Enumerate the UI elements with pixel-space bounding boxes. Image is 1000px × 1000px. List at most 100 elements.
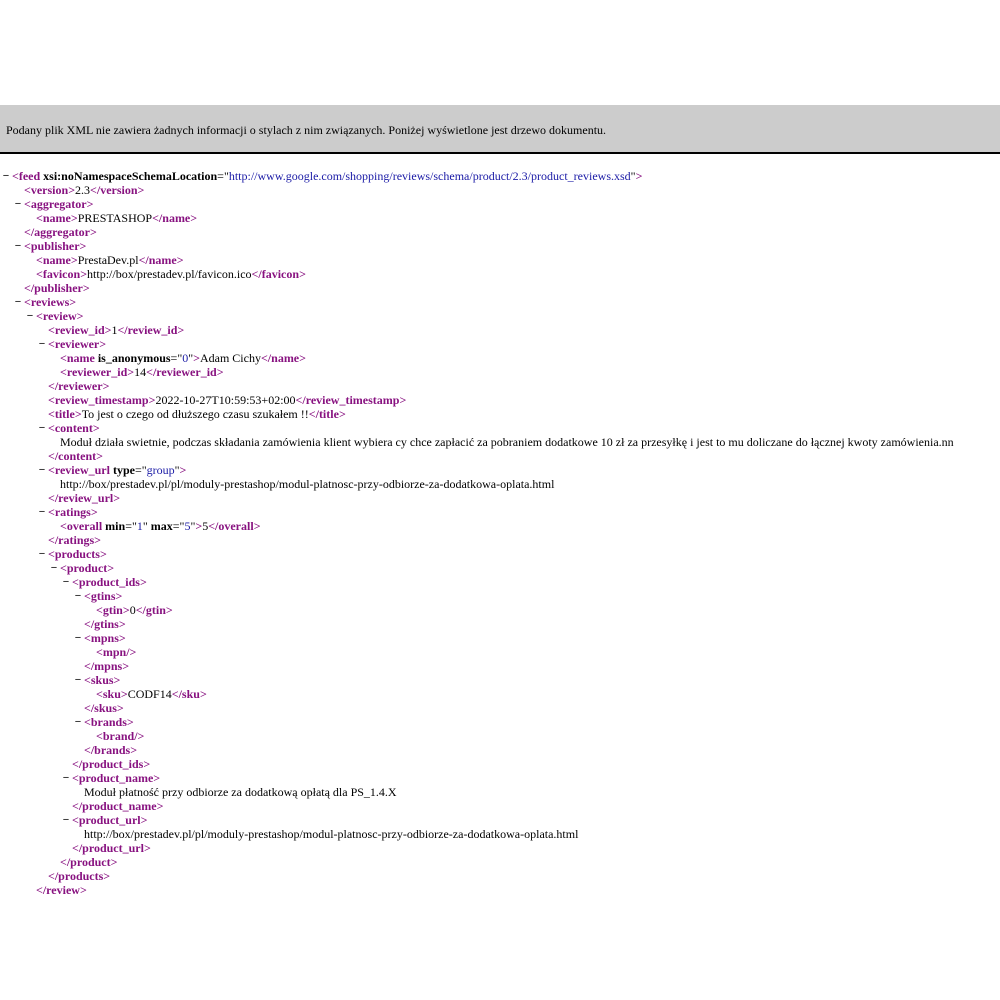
collapse-toggle-icon[interactable]: − [36,337,48,351]
tag-name: review_id [54,323,105,337]
tag-name: name [148,253,177,267]
text-node: Moduł płatność przy odbiorze za dodatkow… [84,785,397,799]
tag-bracket: > [70,211,78,225]
collapse-toggle-icon[interactable]: − [60,813,72,827]
xml-node-skus: <skus> [84,673,120,687]
collapse-toggle-icon[interactable]: − [12,239,24,253]
xml-line: − <feed xsi:noNamespaceSchemaLocation="ht… [0,169,1000,183]
xml-line: − <reviews> [0,295,1000,309]
tag-bracket: < [48,393,55,407]
tag-bracket: < [48,547,55,561]
tag-bracket: </ [60,855,71,869]
collapse-toggle-icon[interactable]: − [36,547,48,561]
tag-name: overall [66,519,103,533]
xml-node-aggregator: <aggregator> [24,197,93,211]
xml-line: <name>PRESTASHOP</name> [0,211,1000,225]
tag-bracket: > [253,519,261,533]
tag-bracket: < [60,519,67,533]
collapse-toggle-icon[interactable]: − [72,589,84,603]
xml-node-ratings: <ratings> [48,505,98,519]
tag-bracket: </ [171,687,182,701]
xml-line: Moduł płatność przy odbiorze za dodatkow… [0,785,1000,799]
tag-bracket: < [60,351,67,365]
tag-bracket: > [113,673,121,687]
xml-line: − <mpns> [0,631,1000,645]
tag-bracket: < [24,183,31,197]
tag-bracket: < [48,323,55,337]
tag-bracket: </ [84,701,95,715]
tag-bracket: > [68,183,76,197]
text-node: Adam Cichy [199,351,261,365]
tag-bracket: </ [117,323,128,337]
xml-node-publisher: </publisher> [24,281,90,295]
tag-bracket: </ [48,449,59,463]
collapse-toggle-icon[interactable]: − [72,631,84,645]
collapse-toggle-icon[interactable]: − [0,169,12,183]
collapse-toggle-icon[interactable]: − [36,505,48,519]
tag-name: product_name [78,771,154,785]
xml-node-product_url: <product_url> [72,813,147,827]
xml-node-review_id: <review_id>1</review_id> [48,323,184,337]
text-node: 14 [134,365,147,379]
text-node: CODF14 [127,687,172,701]
xml-node-gtins: <gtins> [84,589,122,603]
tag-name: product [66,561,108,575]
tag-bracket: </ [90,183,101,197]
collapse-toggle-icon[interactable]: − [24,309,36,323]
tag-bracket: </ [295,393,306,407]
xml-line: Moduł działa swietnie, podczas składania… [0,435,1000,449]
collapse-toggle-icon[interactable]: − [60,575,72,589]
collapse-toggle-icon[interactable]: − [12,295,24,309]
tag-bracket: > [177,323,185,337]
xml-line: </mpns> [0,659,1000,673]
tag-name: products [54,547,100,561]
tag-bracket: > [118,617,126,631]
xml-node-gtins: </gtins> [84,617,126,631]
xml-line: http://box/prestadev.pl/pl/moduly-presta… [0,827,1000,841]
tag-bracket: </ [260,351,272,365]
xml-node-aggregator: </aggregator> [24,225,97,239]
collapse-toggle-icon[interactable]: − [72,715,84,729]
tag-bracket: > [190,211,198,225]
tag-bracket: > [70,253,78,267]
tag-bracket: > [143,757,151,771]
xml-line: <review_timestamp>2022-10-27T10:59:53+02… [0,393,1000,407]
tag-name: aggregator [30,197,87,211]
tag-name: product_url [78,813,141,827]
xml-line: <review_id>1</review_id> [0,323,1000,337]
tag-bracket: </ [84,659,95,673]
xml-line: − <product_ids> [0,575,1000,589]
xml-line: </product> [0,855,1000,869]
tag-bracket: < [48,407,55,421]
tag-bracket: /> [126,645,137,659]
tag-bracket: > [635,169,643,183]
tag-bracket: > [122,659,130,673]
attribute-name: min [105,519,126,533]
text-node: http://box/prestadev.pl/pl/moduly-presta… [60,477,555,491]
tag-bracket: > [94,533,102,547]
xml-line: </review_url> [0,491,1000,505]
collapse-toggle-icon[interactable]: − [72,673,84,687]
tag-name: review_url [58,491,114,505]
xml-line: <name is_anonymous="0">Adam Cichy</name> [0,351,1000,365]
collapse-toggle-icon[interactable]: − [12,197,24,211]
xml-node-text: Moduł płatność przy odbiorze za dodatkow… [84,785,397,799]
xml-node-review: <review> [36,309,83,323]
collapse-toggle-icon[interactable]: − [36,463,48,477]
tag-bracket: </ [36,883,47,897]
xml-node-product_ids: </product_ids> [72,757,150,771]
collapse-toggle-icon[interactable]: − [36,421,48,435]
xml-line: − <products> [0,547,1000,561]
xml-node-products: <products> [48,547,107,561]
tag-bracket: </ [24,225,35,239]
tag-bracket: </ [146,365,157,379]
tag-name: review_timestamp [305,393,400,407]
tag-name: publisher [30,239,80,253]
xml-node-content: </content> [48,449,103,463]
tag-bracket: < [72,575,79,589]
tag-name: gtin [102,603,123,617]
collapse-toggle-icon[interactable]: − [60,771,72,785]
tag-bracket: > [399,393,407,407]
tag-bracket: > [89,225,97,239]
collapse-toggle-icon[interactable]: − [48,561,60,575]
